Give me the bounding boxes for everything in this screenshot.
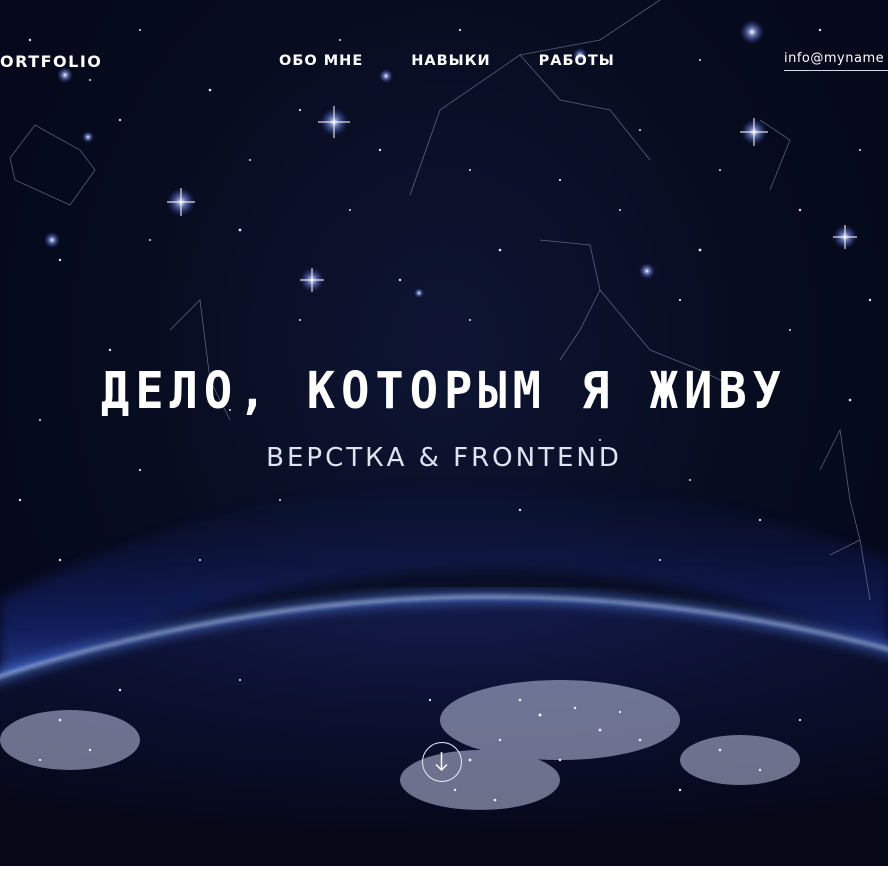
nav-item-works[interactable]: РАБОТЫ [539, 53, 615, 69]
site-logo[interactable]: ORTFOLIO [0, 52, 102, 71]
hero-section: ORTFOLIO ОБО МНЕ НАВЫКИ РАБОТЫ info@myna… [0, 0, 888, 866]
main-nav: ОБО МНЕ НАВЫКИ РАБОТЫ [279, 53, 615, 69]
scroll-down-button[interactable] [422, 742, 462, 782]
arrow-down-circle-icon [435, 752, 448, 772]
page-bottom-edge [0, 866, 888, 888]
hero-title: ДЕЛО, КОТОРЫМ Я ЖИВУ [101, 361, 787, 422]
hero-subtitle: ВЕРСТКА & FRONTEND [266, 443, 622, 473]
email-link[interactable]: info@myname [784, 51, 888, 71]
top-navigation-bar: ORTFOLIO ОБО МНЕ НАВЫКИ РАБОТЫ info@myna… [0, 0, 888, 100]
nav-item-skills[interactable]: НАВЫКИ [411, 53, 490, 69]
nav-item-about[interactable]: ОБО МНЕ [279, 53, 363, 69]
space-background [0, 0, 888, 866]
